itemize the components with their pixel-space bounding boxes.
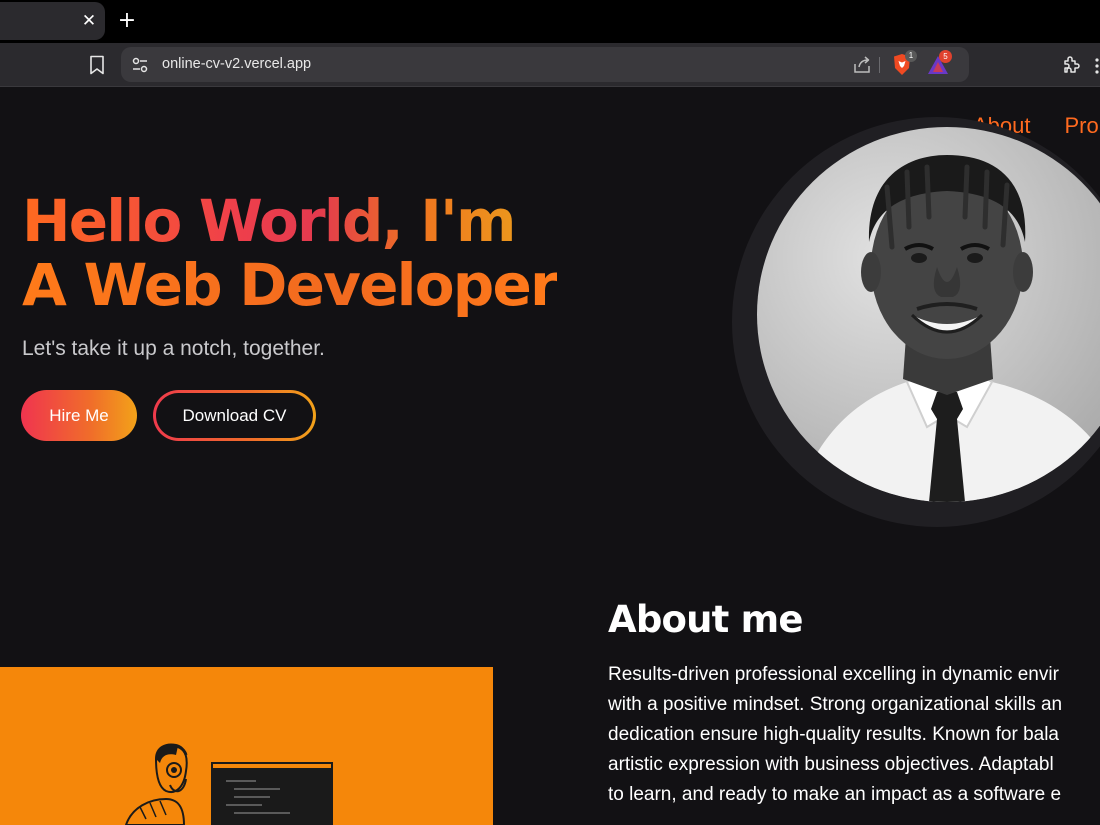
developer-illustration xyxy=(0,667,493,825)
omnibox-divider xyxy=(879,57,880,73)
browser-tab[interactable]: ✕ xyxy=(0,2,105,40)
hero-subtitle: Let's take it up a notch, together. xyxy=(22,337,325,360)
about-paragraph: Results-driven professional excelling in… xyxy=(608,660,1100,810)
about-line: artistic expression with business object… xyxy=(608,754,1054,775)
browser-tab-bar: ✕ + xyxy=(0,0,1100,43)
browser-menu-icon[interactable] xyxy=(1092,57,1100,75)
about-line: dedication ensure high-quality results. … xyxy=(608,724,1059,745)
share-icon[interactable] xyxy=(852,55,872,75)
portfolio-page: About Pro Hello World, I'm A Web Develop… xyxy=(0,87,1100,825)
hire-me-button[interactable]: Hire Me xyxy=(21,390,137,441)
about-line: Results-driven professional excelling in… xyxy=(608,664,1059,685)
address-bar[interactable]: online-cv-v2.vercel.app 1 5 xyxy=(121,47,969,82)
hero-heading: Hello World, I'm A Web Developer xyxy=(22,189,559,319)
hero-heading-line-2: A Web Developer xyxy=(22,251,559,319)
close-tab-icon[interactable]: ✕ xyxy=(78,10,100,32)
download-cv-button[interactable]: Download CV xyxy=(153,390,316,441)
site-info-icon[interactable] xyxy=(131,56,149,74)
about-line: to learn, and ready to make an impact as… xyxy=(608,784,1062,805)
bookmark-icon[interactable] xyxy=(88,55,106,75)
about-heading: About me xyxy=(608,598,804,641)
about-line: with a positive mindset. Strong organiza… xyxy=(608,694,1063,715)
shields-count-badge: 1 xyxy=(905,50,917,62)
extensions-icon[interactable] xyxy=(1061,55,1081,75)
hero-heading-line-1: Hello World, I'm xyxy=(22,189,557,253)
nav-link-projects[interactable]: Pro xyxy=(1065,113,1099,139)
browser-toolbar: online-cv-v2.vercel.app 1 5 xyxy=(0,43,1100,87)
rewards-count-badge: 5 xyxy=(939,50,952,63)
url-text[interactable]: online-cv-v2.vercel.app xyxy=(162,47,311,82)
new-tab-button[interactable]: + xyxy=(116,9,138,33)
